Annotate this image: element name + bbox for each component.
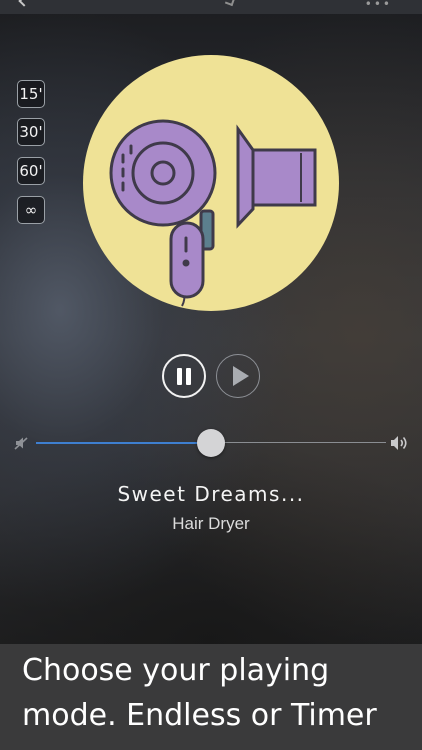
pause-button[interactable] — [162, 354, 206, 398]
hair-dryer-icon — [109, 119, 317, 307]
track-subtitle: Hair Dryer — [172, 514, 250, 533]
timer-60-button[interactable]: 60' — [17, 157, 45, 185]
timer-endless-button[interactable]: ∞ — [17, 196, 45, 224]
play-button[interactable] — [216, 354, 260, 398]
more-icon[interactable]: ••• — [365, 0, 392, 10]
volume-slider-thumb[interactable] — [197, 429, 225, 457]
play-icon — [232, 366, 249, 386]
volume-mute-icon — [14, 437, 28, 450]
timer-30-button[interactable]: 30' — [17, 118, 45, 146]
timer-15-button[interactable]: 15' — [17, 80, 45, 108]
title-fragment — [224, 0, 236, 7]
track-title: Sweet Dreams... — [117, 482, 305, 506]
player-screen: ••• 15' 30' 60' ∞ Sweet Dreams... Hair D… — [0, 0, 422, 750]
top-bar: ••• — [0, 0, 422, 14]
caption-text: Choose your playing mode. Endless or Tim… — [22, 653, 377, 733]
volume-high-icon — [391, 436, 407, 450]
volume-slider-fill — [36, 442, 211, 444]
pause-icon — [177, 367, 182, 385]
back-chevron-icon[interactable] — [18, 0, 30, 7]
volume-slider-track[interactable] — [211, 442, 386, 443]
